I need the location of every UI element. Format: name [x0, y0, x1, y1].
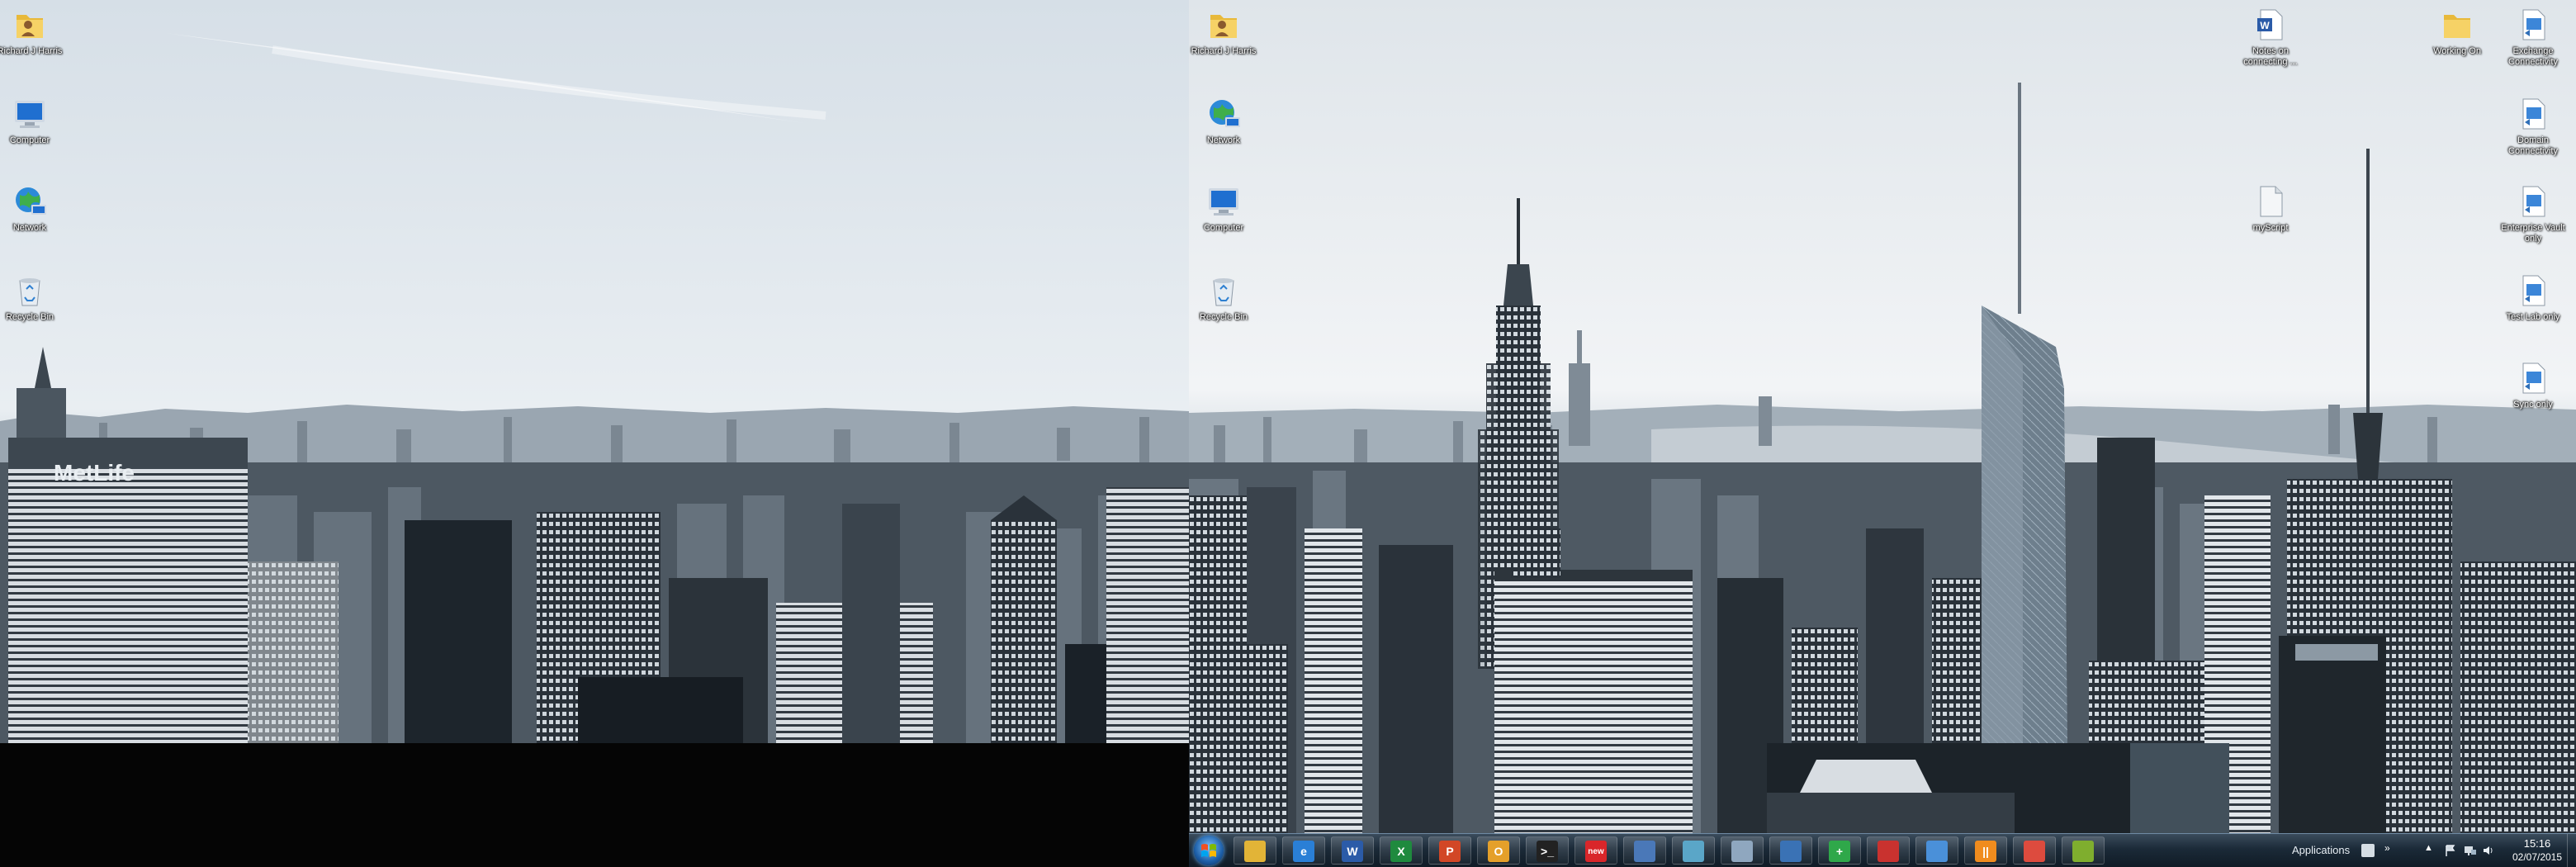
- notepad-icon: [1683, 841, 1704, 862]
- desktop-icon-shortcut-vault[interactable]: Enterprise Vault only: [2500, 182, 2566, 244]
- windows-logo-icon: [1201, 844, 1216, 857]
- desktop-icon-network[interactable]: Network: [1191, 94, 1257, 146]
- taskbar-button-command-prompt[interactable]: >_: [1526, 836, 1569, 865]
- tray-hidden-icons-chevron-icon[interactable]: ▲: [2424, 843, 2437, 856]
- folder-icon: [2444, 15, 2470, 38]
- desktop-icon-user-folder[interactable]: Richard J Harris: [0, 5, 63, 57]
- taskbar-button-security[interactable]: [1915, 836, 1958, 865]
- desktop-icon-script-file[interactable]: myScript: [2237, 182, 2304, 234]
- paint-icon: [1731, 841, 1753, 862]
- tray-applications-label[interactable]: Applications: [2292, 844, 2350, 856]
- computer-icon: [1209, 188, 1238, 216]
- taskbar-button-network-tool[interactable]: [1769, 836, 1812, 865]
- desktop-icon-computer[interactable]: Computer: [0, 94, 63, 146]
- action-center-flag-icon[interactable]: [2444, 844, 2457, 857]
- svg-text:W: W: [2260, 20, 2270, 31]
- chrome-icon: [2024, 841, 2045, 862]
- taskbar-button-paint[interactable]: [1721, 836, 1764, 865]
- taskbar-button-chrome[interactable]: [2013, 836, 2056, 865]
- network-tool-icon: [1780, 841, 1802, 862]
- remote-shortcut-icon: [2522, 275, 2545, 306]
- taskbar-button-outlook[interactable]: O: [1477, 836, 1520, 865]
- monitor-right-desktop: Richard J Harris Network Computer Recycl…: [1189, 0, 2576, 867]
- news-icon: new: [1585, 841, 1607, 862]
- clock-time: 15:16: [2523, 837, 2551, 850]
- desktop-icon-recycle-bin[interactable]: Recycle Bin: [1191, 271, 1257, 323]
- taskbar-button-remote-desktop[interactable]: [1623, 836, 1666, 865]
- powerpoint-icon: P: [1439, 841, 1461, 862]
- taskbar-button-health[interactable]: +: [1818, 836, 1861, 865]
- desktop-icon-shortcut-domain[interactable]: Domain Connectivity: [2500, 94, 2566, 157]
- clock-date: 02/07/2015: [2512, 851, 2563, 863]
- desktop-icon-shortcut-testlab[interactable]: Test Lab only: [2500, 271, 2566, 323]
- city-skyline-wallpaper: MetLife: [0, 0, 1189, 743]
- desktop-icon-computer[interactable]: Computer: [1191, 182, 1257, 234]
- recycle-bin-icon: [19, 278, 40, 306]
- cmd-icon: >_: [1537, 841, 1558, 862]
- ie-icon: e: [1293, 841, 1314, 862]
- desktop-icon-shortcut-sync[interactable]: Sync only: [2500, 358, 2566, 410]
- media-icon: ||: [1975, 841, 1996, 862]
- plus-icon: +: [1829, 841, 1850, 862]
- taskbar-button-newsreader[interactable]: new: [1574, 836, 1617, 865]
- network-globe-icon: [16, 187, 46, 215]
- remote-shortcut-icon: [2522, 9, 2545, 40]
- clock[interactable]: 15:16 02/07/2015: [2508, 836, 2566, 864]
- taskbar-button-excel[interactable]: X: [1380, 836, 1423, 865]
- outlook-icon: O: [1488, 841, 1509, 862]
- taskbar-button-pdf[interactable]: [1867, 836, 1910, 865]
- network-status-icon[interactable]: [2464, 844, 2477, 857]
- taskbar-button-notepad[interactable]: [1672, 836, 1715, 865]
- remote-shortcut-icon: [2522, 186, 2545, 217]
- word-icon: W: [1342, 841, 1363, 862]
- network-globe-icon: [1210, 100, 1240, 127]
- desktop-icon-recycle-bin[interactable]: Recycle Bin: [0, 271, 63, 323]
- remote-shortcut-icon: [2522, 362, 2545, 394]
- taskbar-button-explorer[interactable]: [1234, 836, 1276, 865]
- shield-icon: [1926, 841, 1948, 862]
- desktop-icon-network[interactable]: Network: [0, 182, 63, 234]
- file-icon: [2260, 186, 2283, 217]
- desktop-icon-working-folder[interactable]: Working On: [2424, 5, 2490, 57]
- recycle-bin-icon: [1213, 278, 1234, 306]
- city-skyline-wallpaper: [1189, 0, 2576, 867]
- taskbar-button-internet-explorer[interactable]: e: [1282, 836, 1325, 865]
- computer-icon: [15, 101, 45, 128]
- taskbar-button-powerpoint[interactable]: P: [1428, 836, 1471, 865]
- excel-icon: X: [1390, 841, 1412, 862]
- tray-expand-icon[interactable]: »: [2384, 842, 2398, 855]
- monitor-left-desktop: MetLife Richard J Harris Computer Networ…: [0, 0, 1189, 743]
- taskbar-button-media[interactable]: ||: [1964, 836, 2007, 865]
- start-button[interactable]: [1194, 836, 1224, 865]
- pdf-icon: [1878, 841, 1899, 862]
- desktop-icon-word-document[interactable]: W Notes on connecting ...: [2237, 5, 2304, 68]
- taskbar: e W X P O >_ new + || Applications » ▲ 15:16 02/…: [1189, 833, 2576, 867]
- tray-toolbar-icon[interactable]: [2361, 844, 2375, 857]
- word-document-icon: W: [2257, 9, 2283, 40]
- remote-desktop-icon: [1634, 841, 1655, 862]
- desktop-icon-shortcut-exchange[interactable]: Exchange Connectivity: [2500, 5, 2566, 68]
- folder-icon: [1244, 841, 1266, 862]
- taskbar-button-word[interactable]: W: [1331, 836, 1374, 865]
- vm-icon: [2072, 841, 2094, 862]
- remote-shortcut-icon: [2522, 98, 2545, 130]
- metlife-sign: MetLife: [54, 460, 135, 486]
- show-desktop-button[interactable]: [2567, 834, 2576, 867]
- desktop-icon-user-folder[interactable]: Richard J Harris: [1191, 5, 1257, 57]
- taskbar-button-vmware[interactable]: [2062, 836, 2105, 865]
- user-folder-icon: [17, 15, 43, 38]
- volume-icon[interactable]: [2482, 844, 2495, 857]
- user-folder-icon: [1210, 15, 1237, 38]
